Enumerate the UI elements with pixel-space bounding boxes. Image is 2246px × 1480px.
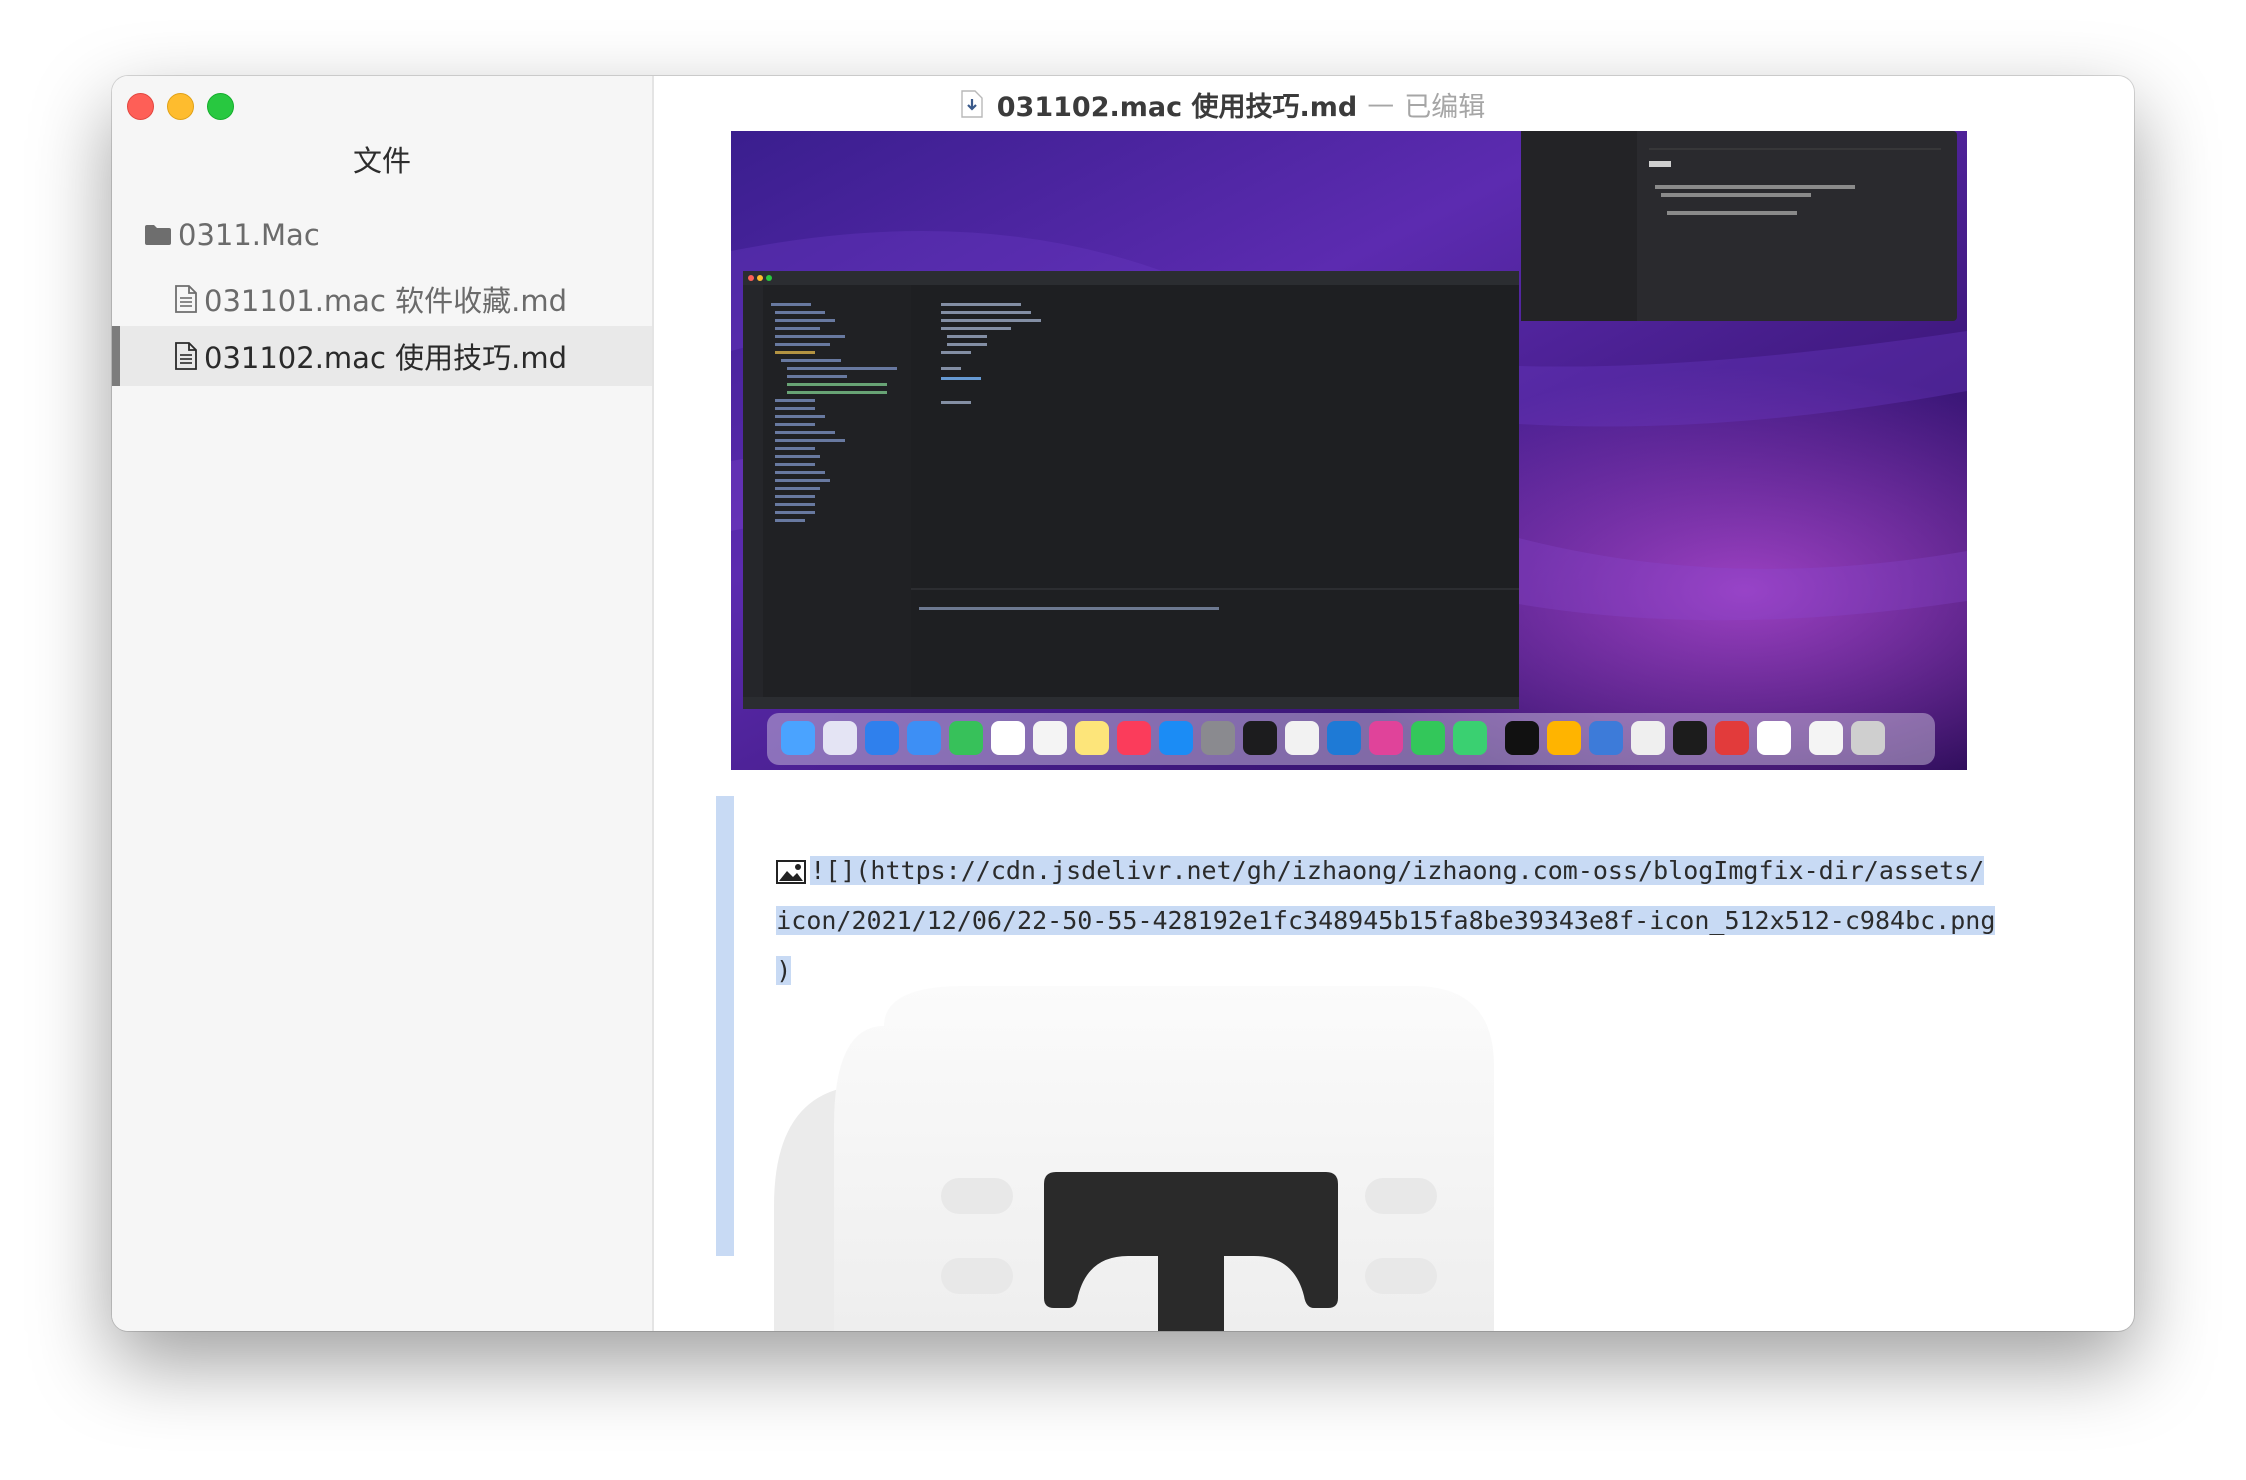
sidebar-file-031101[interactable]: 031101.mac 软件收藏.md: [112, 268, 652, 330]
window-title-separator: —: [1367, 88, 1395, 120]
file-label: 031101.mac 软件收藏.md: [204, 284, 567, 318]
markdown-image-line-3[interactable]: ): [716, 896, 2086, 985]
file-sidebar: 文件 0311.Mac 031101.mac 软件收藏.md 031102.ma…: [112, 76, 654, 1331]
window-title-filename: 031102.mac 使用技巧.md: [996, 91, 1358, 123]
sidebar-file-031102[interactable]: 031102.mac 使用技巧.md: [112, 326, 652, 386]
file-label: 031102.mac 使用技巧.md: [204, 341, 567, 375]
markdown-image-line-2[interactable]: icon/2021/12/06/22-50-55-428192e1fc34894…: [716, 846, 2086, 935]
sidebar-heading: 文件: [352, 144, 411, 178]
markdown-image-line-1[interactable]: ![](https://cdn.jsdelivr.net/gh/izhaong/…: [716, 796, 2086, 885]
window-title-status: 已编辑: [1404, 91, 1486, 123]
sidebar-folder-0311-mac[interactable]: 0311.Mac: [112, 204, 652, 266]
desktop-screenshot-art: [731, 131, 1967, 770]
close-button[interactable]: [127, 93, 154, 120]
zoom-button[interactable]: [207, 93, 234, 120]
typora-app-icon-image: [734, 946, 2034, 1331]
markdown-document-icon: [961, 90, 983, 118]
file-icon: [175, 342, 197, 370]
folder-label: 0311.Mac: [178, 218, 320, 252]
window-titlebar: 031102.mac 使用技巧.md — 已编辑: [652, 76, 2134, 132]
embedded-screenshot-image: [731, 131, 1967, 770]
minimize-button[interactable]: [167, 93, 194, 120]
folder-icon: [145, 225, 171, 245]
file-icon: [175, 285, 197, 313]
typora-icon-art: [774, 986, 1494, 1331]
selection-highlight: [716, 946, 734, 1256]
